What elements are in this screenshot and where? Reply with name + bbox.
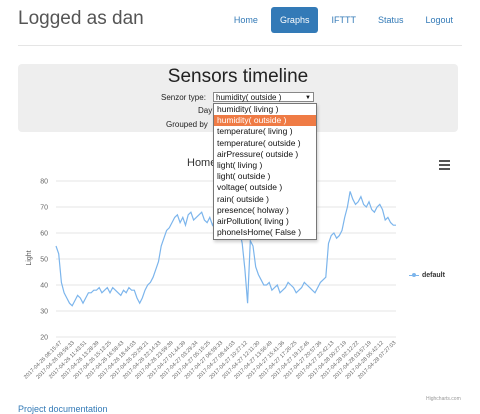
y-axis-ticks: 20 30 40 50 60 70 80	[40, 179, 48, 342]
option-item[interactable]: rain( outside )	[214, 194, 316, 205]
sensor-type-options: humidity( living ) humidity( outside ) t…	[213, 103, 317, 240]
y-tick-label: 20	[40, 335, 48, 342]
chart-credits[interactable]: Highcharts.com	[426, 396, 461, 402]
project-documentation-link[interactable]: Project documentation	[18, 404, 108, 414]
option-item[interactable]: voltage( outside )	[214, 182, 316, 193]
x-axis-ticks: 2017-04-26 08:15:472017-04-26 09:59:3320…	[23, 340, 397, 380]
y-tick-label: 50	[40, 257, 48, 264]
option-item[interactable]: presence( holway )	[214, 205, 316, 216]
option-item[interactable]: airPressure( outside )	[214, 149, 316, 160]
option-item[interactable]: light( living )	[214, 160, 316, 171]
option-item[interactable]: temperature( living )	[214, 126, 316, 137]
y-tick-label: 40	[40, 283, 48, 290]
y-tick-label: 30	[40, 309, 48, 316]
legend-label: default	[422, 272, 445, 279]
option-item[interactable]: humidity( outside )	[214, 115, 316, 127]
option-item[interactable]: light( outside )	[214, 171, 316, 182]
y-tick-label: 80	[40, 179, 48, 186]
legend-item-default[interactable]: default	[409, 272, 445, 279]
y-tick-label: 60	[40, 231, 48, 238]
option-item[interactable]: phoneIsHome( False )	[214, 227, 316, 238]
option-item[interactable]: airPollution( living )	[214, 216, 316, 227]
y-tick-label: 70	[40, 205, 48, 212]
option-item[interactable]: humidity( living )	[214, 104, 316, 115]
option-item[interactable]: temperature( outside )	[214, 138, 316, 149]
legend-marker-icon	[409, 272, 419, 277]
y-axis-label: Light	[26, 250, 33, 265]
